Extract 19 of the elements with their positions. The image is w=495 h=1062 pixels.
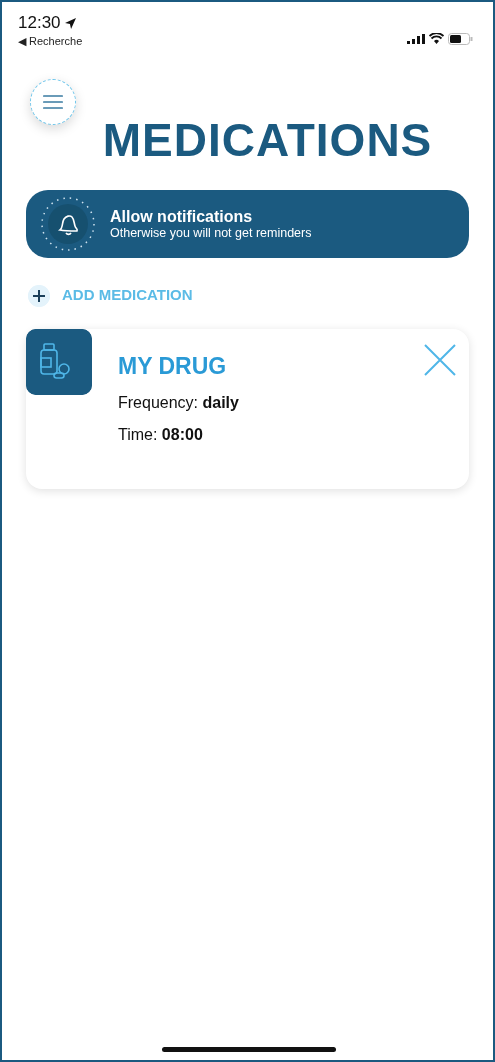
menu-icon [43, 94, 63, 111]
medication-name: MY DRUG [118, 351, 227, 381]
status-time: 12:30 [18, 14, 61, 33]
pill-bottle-icon [26, 328, 92, 395]
battery-icon [448, 32, 473, 45]
back-link[interactable]: ◀ Recherche [18, 32, 83, 50]
signal-icon [407, 33, 425, 44]
banner-title: Allow notifications [110, 207, 254, 227]
close-icon [423, 342, 457, 377]
bell-icon [40, 196, 96, 253]
wifi-icon [429, 33, 444, 45]
banner-subtitle: Otherwise you will not get reminders [110, 226, 312, 242]
medication-detail: Time: 08:00 [118, 425, 203, 446]
location-icon [64, 17, 76, 29]
notification-banner[interactable]: Allow notifications Otherwise you will not get reminders [26, 190, 469, 259]
page-title: MEDICATIONS [101, 113, 434, 169]
delete-button[interactable] [423, 342, 457, 377]
medication-detail: Frequency: daily [118, 393, 239, 414]
menu-button[interactable] [30, 79, 76, 126]
